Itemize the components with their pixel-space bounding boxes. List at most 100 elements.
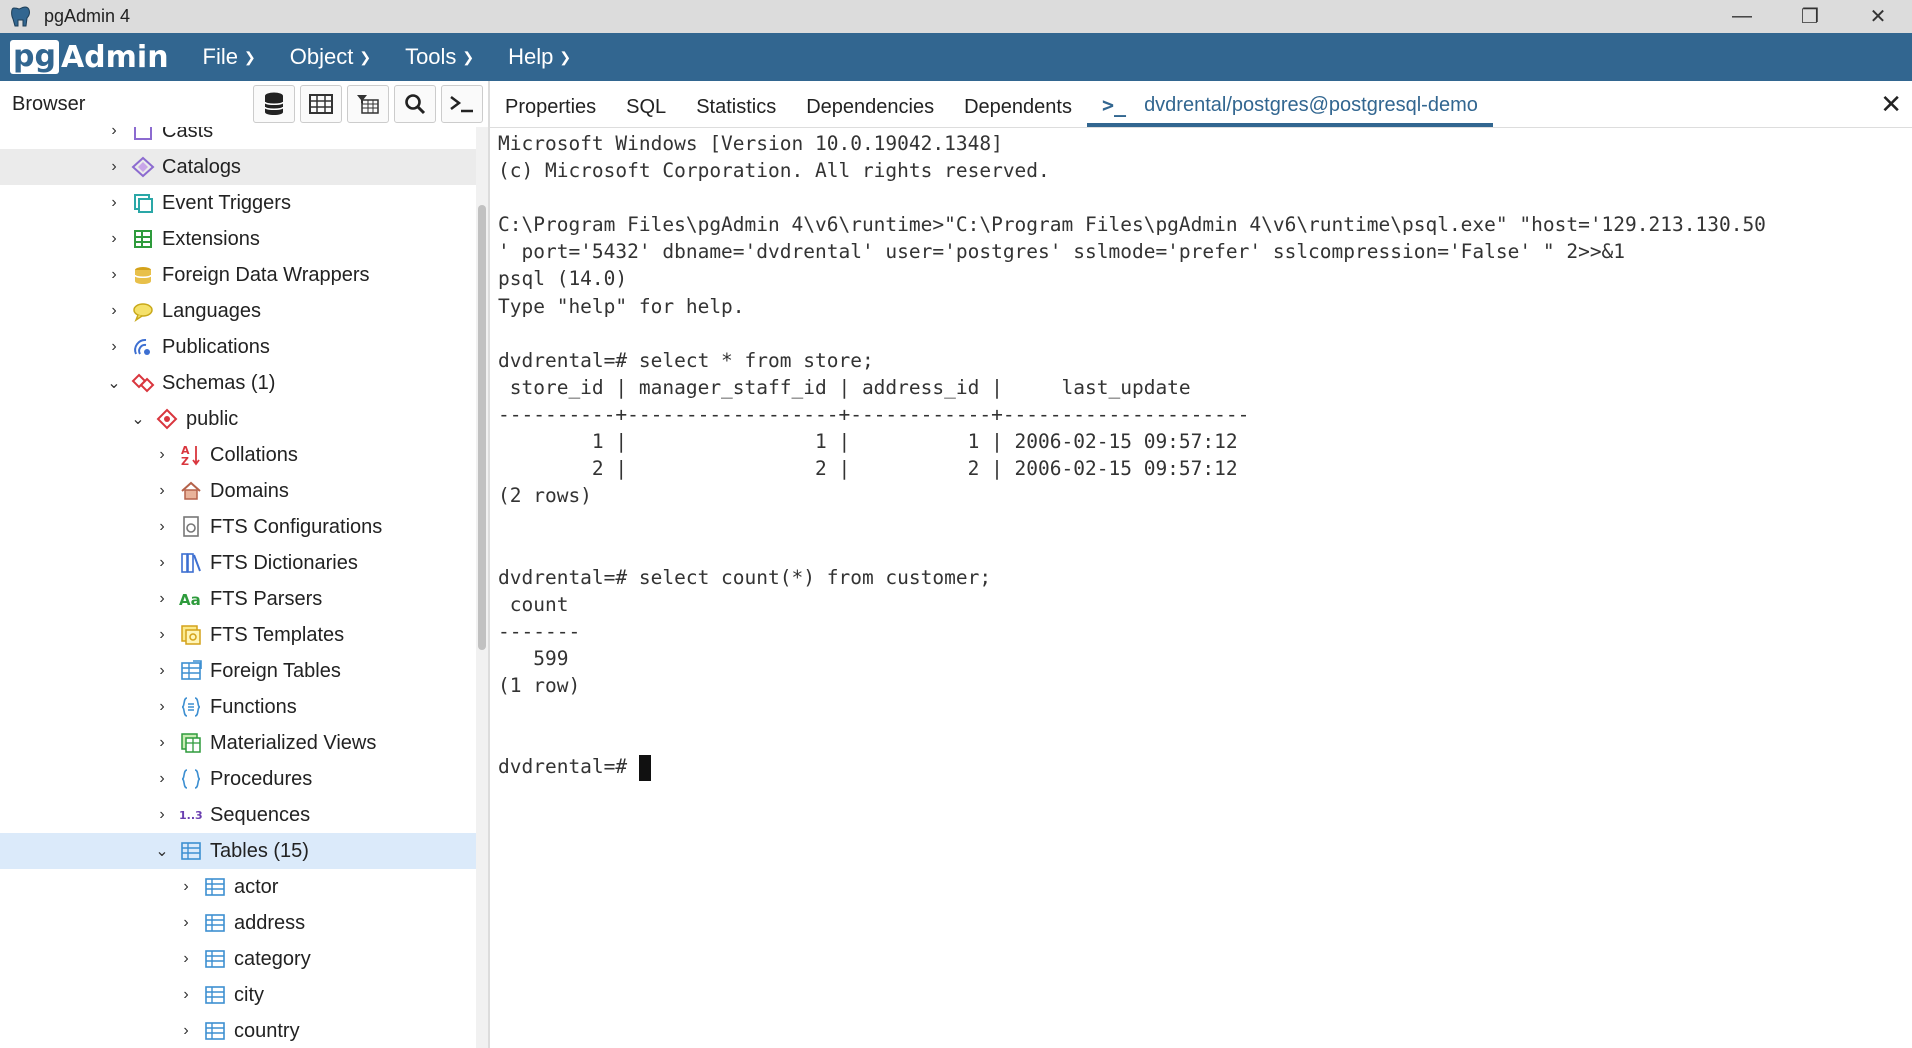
- terminal-prompt-line[interactable]: dvdrental=#: [498, 753, 1908, 781]
- chevron-right-icon[interactable]: ›: [152, 770, 172, 788]
- chevron-right-icon[interactable]: ›: [176, 914, 196, 932]
- minimize-button[interactable]: —: [1708, 0, 1776, 33]
- chevron-right-icon[interactable]: ›: [152, 590, 172, 608]
- domains-icon: [178, 478, 204, 504]
- chevron-right-icon[interactable]: ›: [104, 158, 124, 176]
- tree-item-actor[interactable]: › actor: [0, 869, 476, 905]
- terminal-line: Microsoft Windows [Version 10.0.19042.13…: [498, 132, 1003, 155]
- terminal-line: Type "help" for help.: [498, 294, 745, 318]
- tree-item-label: Domains: [210, 479, 289, 502]
- close-tab-button[interactable]: ✕: [1880, 89, 1902, 120]
- tab-dependents[interactable]: Dependents: [949, 87, 1087, 127]
- terminal-line: psql (14.0): [498, 267, 628, 291]
- tab-statistics[interactable]: Statistics: [681, 87, 791, 127]
- tree-item-publications[interactable]: › Publications: [0, 329, 476, 365]
- chevron-right-icon[interactable]: ›: [104, 338, 124, 356]
- close-window-button[interactable]: ✕: [1844, 0, 1912, 33]
- psql-terminal[interactable]: Microsoft Windows [Version 10.0.19042.13…: [498, 130, 1908, 1040]
- chevron-right-icon[interactable]: ›: [176, 878, 196, 896]
- psql-tool-button[interactable]: [441, 85, 483, 123]
- fts-configurations-icon: [178, 514, 204, 540]
- chevron-right-icon[interactable]: ›: [176, 986, 196, 1004]
- tree-item-domains[interactable]: › Domains: [0, 473, 476, 509]
- tree-item-collations[interactable]: › AZ Collations: [0, 437, 476, 473]
- tree-item-city[interactable]: › city: [0, 977, 476, 1013]
- chevron-right-icon[interactable]: ›: [152, 518, 172, 536]
- tree-item-fts-configurations[interactable]: › FTS Configurations: [0, 509, 476, 545]
- menu-file[interactable]: File ❯: [203, 44, 256, 70]
- tree-item-label: FTS Templates: [210, 623, 345, 646]
- view-data-button[interactable]: [300, 85, 342, 123]
- query-tool-button[interactable]: [253, 85, 295, 123]
- chevron-right-icon[interactable]: ›: [152, 482, 172, 500]
- menu-tools[interactable]: Tools ❯: [405, 44, 474, 70]
- search-objects-button[interactable]: [394, 85, 436, 123]
- chevron-right-icon[interactable]: ›: [176, 950, 196, 968]
- restore-button[interactable]: ❐: [1776, 0, 1844, 33]
- chevron-down-icon[interactable]: ⌄: [128, 409, 148, 429]
- tree-item-foreign-data-wrappers[interactable]: › Foreign Data Wrappers: [0, 257, 476, 293]
- browser-label: Browser: [12, 92, 86, 115]
- tree-item-category[interactable]: › category: [0, 941, 476, 977]
- tree-item-materialized-views[interactable]: › Materialized Views: [0, 725, 476, 761]
- chevron-right-icon[interactable]: ›: [152, 806, 172, 824]
- chevron-right-icon[interactable]: ›: [104, 194, 124, 212]
- tree-item-label: Foreign Tables: [210, 659, 341, 682]
- tree-item-foreign-tables[interactable]: › Foreign Tables: [0, 653, 476, 689]
- chevron-down-icon: ❯: [244, 48, 256, 65]
- tree-item-label: Extensions: [162, 227, 260, 250]
- chevron-right-icon[interactable]: ›: [152, 698, 172, 716]
- tree-item-public[interactable]: ⌄ public: [0, 401, 476, 437]
- terminal-line: 2 | 2 | 2 | 2006-02-15 09:57:12: [498, 457, 1238, 481]
- tree-item-label: FTS Parsers: [210, 587, 323, 610]
- tree-item-casts[interactable]: › Casts: [0, 127, 476, 149]
- tree-item-label: Tables (15): [210, 839, 309, 862]
- chevron-right-icon[interactable]: ›: [152, 554, 172, 572]
- chevron-right-icon[interactable]: ›: [152, 734, 172, 752]
- tree-item-country[interactable]: › country: [0, 1013, 476, 1048]
- chevron-right-icon[interactable]: ›: [152, 662, 172, 680]
- tree-item-fts-dictionaries[interactable]: › FTS Dictionaries: [0, 545, 476, 581]
- table-icon: [202, 946, 228, 972]
- tree-item-tables[interactable]: ⌄ Tables (15): [0, 833, 476, 869]
- tree-item-functions[interactable]: › Functions: [0, 689, 476, 725]
- tab-sql[interactable]: SQL: [611, 87, 681, 127]
- chevron-right-icon[interactable]: ›: [104, 127, 124, 140]
- menu-object-label: Object: [289, 44, 354, 69]
- foreign-tables-icon: [178, 658, 204, 684]
- tree-item-procedures[interactable]: › Procedures: [0, 761, 476, 797]
- menu-bar: pg Admin File ❯ Object ❯ Tools ❯ Help ❯: [0, 33, 1912, 81]
- tab-dependencies[interactable]: Dependencies: [791, 87, 949, 127]
- tree-scrollbar-thumb[interactable]: [478, 205, 486, 650]
- tree-item-event-triggers[interactable]: › Event Triggers: [0, 185, 476, 221]
- chevron-down-icon[interactable]: ⌄: [104, 373, 124, 393]
- chevron-right-icon[interactable]: ›: [104, 230, 124, 248]
- filtered-rows-button[interactable]: [347, 85, 389, 123]
- chevron-right-icon[interactable]: ›: [152, 626, 172, 644]
- chevron-right-icon[interactable]: ›: [104, 302, 124, 320]
- terminal-line: C:\Program Files\pgAdmin 4\v6\runtime>"C…: [498, 213, 1766, 237]
- tree-item-languages[interactable]: › Languages: [0, 293, 476, 329]
- menu-object[interactable]: Object ❯: [290, 44, 371, 70]
- chevron-right-icon[interactable]: ›: [176, 1022, 196, 1040]
- materialized-views-icon: [178, 730, 204, 756]
- chevron-right-icon[interactable]: ›: [152, 446, 172, 464]
- tree-item-extensions[interactable]: › Extensions: [0, 221, 476, 257]
- tab-properties[interactable]: Properties: [490, 87, 611, 127]
- menu-help[interactable]: Help ❯: [508, 44, 571, 70]
- tree-item-address[interactable]: › address: [0, 905, 476, 941]
- tree-item-fts-templates[interactable]: › FTS Templates: [0, 617, 476, 653]
- svg-text:1..3: 1..3: [179, 809, 203, 822]
- tab-psql-terminal[interactable]: >_ dvdrental/postgres@postgresql-demo: [1086, 87, 1493, 127]
- tree-item-fts-parsers[interactable]: › Aa FTS Parsers: [0, 581, 476, 617]
- tree-item-label: Materialized Views: [210, 731, 377, 754]
- tree-item-catalogs[interactable]: › Catalogs: [0, 149, 476, 185]
- panel-splitter[interactable]: [488, 81, 490, 1048]
- chevron-right-icon[interactable]: ›: [104, 266, 124, 284]
- tree-item-sequences[interactable]: › 1..3 Sequences: [0, 797, 476, 833]
- tree-item-schemas[interactable]: ⌄ Schemas (1): [0, 365, 476, 401]
- tree-item-label: Collations: [210, 443, 298, 466]
- chevron-down-icon[interactable]: ⌄: [152, 841, 172, 861]
